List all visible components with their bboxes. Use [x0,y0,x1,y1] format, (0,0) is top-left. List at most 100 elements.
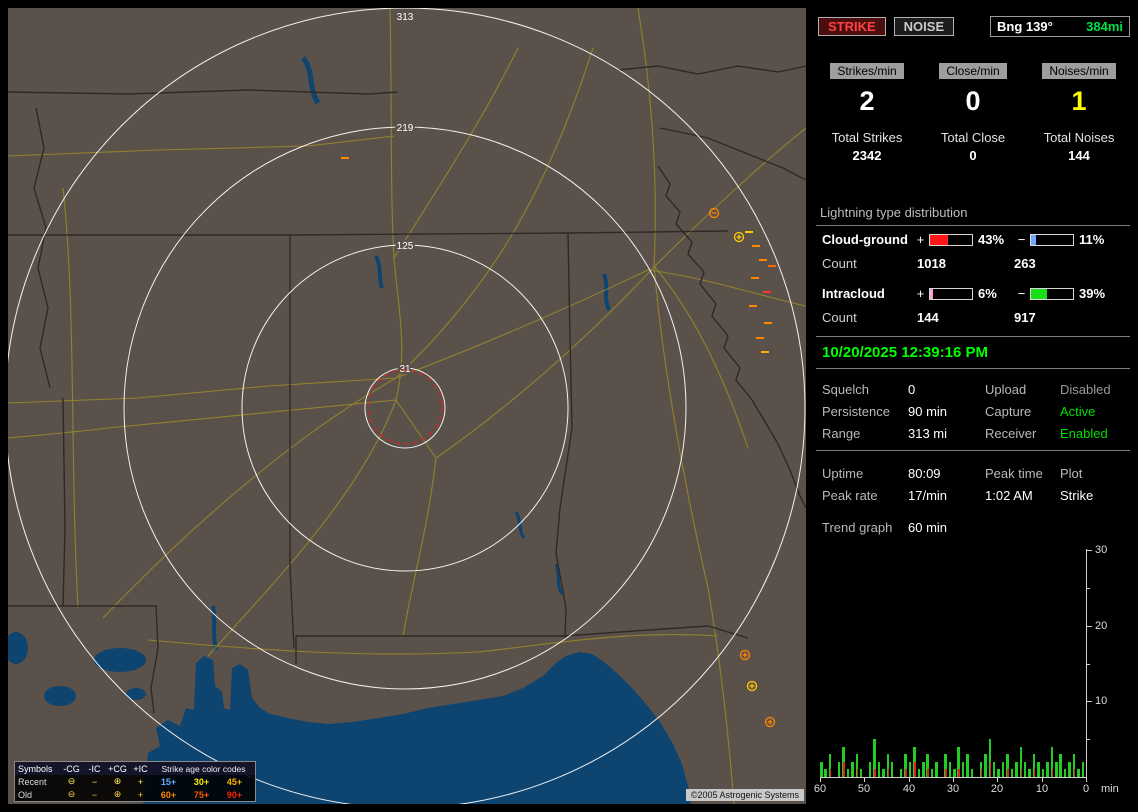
ic-plus-count: 144 [917,310,1014,325]
x-tick-40: 40 [897,783,921,795]
trend-bar-strikes [949,762,952,777]
pos-cg-old-icon: ⊕ [106,789,129,800]
x-tick-20: 20 [985,783,1009,795]
trend-bar-noises [905,769,907,777]
minus-sign: − [1016,286,1027,301]
trend-graph: 30 20 10 60 50 40 30 20 10 0 min [814,540,1132,804]
trend-bar-noises [1021,769,1023,777]
cg-minus-count: 263 [1014,256,1036,271]
age-75: 75+ [185,790,218,800]
pos-cg-recent-icon: ⊕ [106,776,129,787]
ic-count-label: Count [822,310,917,325]
capture-label: Capture [985,404,1060,419]
x-tick-60: 60 [808,783,832,795]
trend-bar-noises [1074,769,1076,777]
trend-bar-strikes [966,754,969,777]
total-strikes-label: Total Strikes [814,130,920,145]
trend-bar-strikes [847,769,850,777]
trend-bar-noises [1052,769,1054,777]
plot-label: Plot [1060,466,1130,481]
trend-bar-strikes [953,769,956,777]
trend-bar-noises [927,769,929,777]
close-per-min-button[interactable]: Close/min [939,63,1006,79]
noises-per-min-button[interactable]: Noises/min [1042,63,1115,79]
y-tick-10: 10 [1095,695,1107,707]
bearing-readout: Bng 139° 384mi [990,16,1130,37]
trend-bar-noises [843,762,845,777]
uptime-value: 80:09 [908,466,985,481]
ic-plus-pct: 6% [976,286,1016,301]
peak-time-value: 1:02 AM [985,488,1060,503]
upload-value: Disabled [1060,382,1130,397]
cg-minus-pct: 11% [1077,232,1117,247]
receiver-label: Receiver [985,426,1060,441]
squelch-label: Squelch [822,382,908,397]
trend-bar-strikes [997,769,1000,777]
trend-bar-noises [958,769,960,777]
strike-button[interactable]: STRIKE [818,17,886,36]
trend-bar-strikes [1064,769,1067,777]
cg-plus-gauge [929,234,973,246]
trend-bar-strikes [900,769,903,777]
trend-bar-strikes [971,769,974,777]
strike-dash-icon [763,291,771,293]
legend-age-title: Strike age color codes [152,764,255,774]
trend-bar-strikes [1046,762,1049,777]
strikes-per-min-button[interactable]: Strikes/min [830,63,903,79]
receiver-value: Enabled [1060,426,1130,441]
cg-count-label: Count [822,256,917,271]
minus-sign: − [1016,232,1027,247]
trend-bar-noises [830,769,832,777]
strike-dash-icon [768,265,776,267]
age-60: 60+ [152,790,185,800]
strike-dash-icon [745,231,753,233]
trend-bar-noises [1034,769,1036,777]
status-panel: STRIKE NOISE Bng 139° 384mi Strikes/min … [814,8,1132,804]
neg-ic-old-icon: − [83,790,106,800]
capture-value: Active [1060,404,1130,419]
pos-ic-old-icon: + [129,790,152,800]
trend-bar-strikes [909,762,912,777]
neg-ic-recent-icon: − [83,777,106,787]
noise-button[interactable]: NOISE [894,17,954,36]
trend-bar-noises [874,769,876,777]
trend-bar-strikes [1037,762,1040,777]
trend-bar-strikes [1082,762,1085,777]
trend-bar-strikes [882,769,885,777]
trend-graph-label: Trend graph [822,520,908,535]
age-90: 90+ [218,790,251,800]
trend-plot-area [820,550,1086,777]
y-tick-30: 30 [1095,544,1107,556]
neg-cg-recent-icon: ⊖ [60,776,83,787]
legend-recent-label: Recent [15,777,60,787]
lightning-map[interactable]: 313 219 125 31 [8,8,806,804]
trend-bar-strikes [1055,762,1058,777]
ic-minus-pct: 39% [1077,286,1117,301]
distribution-title: Lightning type distribution [816,202,1130,226]
legend-col-neg-cg: -CG [60,764,83,774]
strike-dash-icon [764,322,772,324]
persistence-label: Persistence [822,404,908,419]
trend-bar-strikes [1042,769,1045,777]
trend-bar-strikes [851,762,854,777]
trend-bar-strikes [1011,769,1014,777]
trend-bar-strikes [984,754,987,777]
trend-bar-strikes [922,762,925,777]
map-area[interactable]: 313 219 125 31 Symbols -CG -IC +CG +IC S… [8,8,806,804]
age-15: 15+ [152,777,185,787]
trend-bar-strikes [935,762,938,777]
trend-bar-strikes [824,769,827,777]
trend-bar-strikes [1015,762,1018,777]
legend-col-pos-ic: +IC [129,764,152,774]
neg-cg-old-icon: ⊖ [60,789,83,800]
legend-old-label: Old [15,790,60,800]
total-noises-label: Total Noises [1026,130,1132,145]
ic-minus-gauge [1030,288,1074,300]
trend-bar-strikes [838,762,841,777]
trend-bar-strikes [860,769,863,777]
symbol-legend: Symbols -CG -IC +CG +IC Strike age color… [14,761,256,802]
legend-symbols-label: Symbols [15,764,60,774]
persistence-value: 90 min [908,404,985,419]
uptime-label: Uptime [822,466,908,481]
trend-bar-strikes [918,769,921,777]
